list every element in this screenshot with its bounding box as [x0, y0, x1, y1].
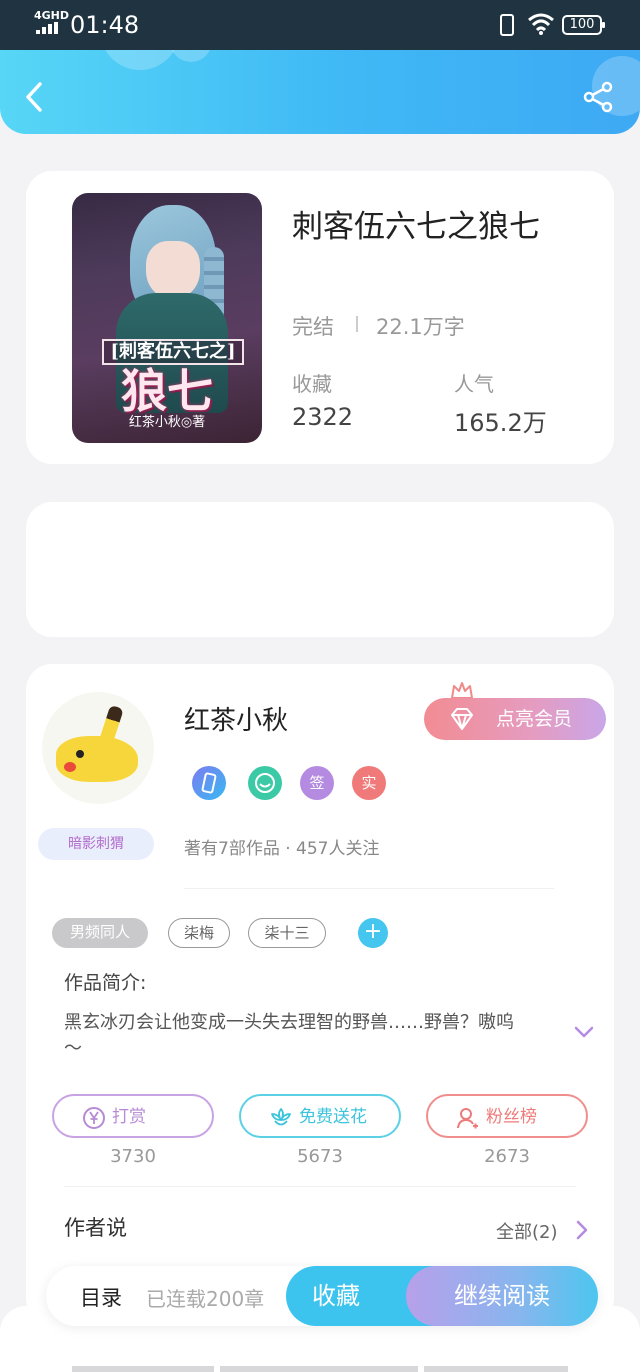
- flower-icon: [271, 1108, 291, 1126]
- fan-rank-label: 粉丝榜: [486, 1107, 537, 1127]
- share-icon[interactable]: [582, 80, 616, 114]
- author-name[interactable]: 红茶小秋: [184, 700, 288, 737]
- verified-badge: 实: [352, 766, 386, 800]
- bottom-action-bar: 目录 已连载200章 收藏 继续阅读: [46, 1266, 598, 1326]
- signal-icon: [36, 22, 62, 34]
- back-icon[interactable]: [18, 80, 52, 114]
- peek-item: [424, 1366, 568, 1372]
- divider: [64, 1186, 576, 1187]
- ad-placeholder-card: [26, 502, 614, 637]
- divider: [356, 316, 358, 332]
- yen-icon: [83, 1107, 105, 1129]
- cover-author: 红茶小秋◎著: [128, 415, 206, 430]
- serial-status: 已连载200章: [146, 1287, 265, 1311]
- vibrate-icon: [500, 14, 514, 36]
- continue-reading-button[interactable]: 继续阅读: [406, 1266, 598, 1326]
- smile-badge-icon: [248, 766, 282, 800]
- author-meta: 著有7部作品 · 457人关注: [184, 839, 380, 859]
- send-flower-label: 免费送花: [299, 1107, 367, 1127]
- status-time: 01:48: [70, 11, 140, 39]
- peek-item: [220, 1366, 418, 1372]
- crown-icon: [451, 682, 473, 699]
- send-flower-button[interactable]: 免费送花: [239, 1094, 401, 1138]
- tag-item[interactable]: 柒梅: [168, 918, 230, 948]
- divider: [184, 888, 554, 889]
- book-cover[interactable]: [刺客伍六七之] 狼七 红茶小秋◎著: [72, 193, 262, 443]
- fan-count: 2673: [484, 1146, 530, 1167]
- fan-title-badge: 暗影刺猬: [38, 828, 154, 860]
- book-status: 完结: [292, 315, 334, 339]
- fans-icon: [457, 1108, 478, 1129]
- cover-subtitle: [刺客伍六七之]: [102, 339, 244, 365]
- phone-badge-icon: [192, 766, 226, 800]
- tip-label: 打赏: [112, 1107, 146, 1127]
- tag-category[interactable]: 男频同人: [52, 918, 148, 948]
- tip-count: 3730: [110, 1146, 156, 1167]
- status-bar: 4GHD 01:48 100: [0, 0, 640, 50]
- header: [0, 50, 640, 134]
- see-all-link[interactable]: 全部(2): [496, 1218, 558, 1244]
- flower-count: 5673: [297, 1146, 343, 1167]
- intro-label: 作品简介:: [64, 972, 147, 994]
- network-type: 4GHD: [34, 9, 70, 22]
- book-title: 刺客伍六七之狼七: [292, 209, 540, 245]
- book-info-card: [刺客伍六七之] 狼七 红茶小秋◎著 刺客伍六七之狼七 完结 22.1万字 收藏…: [26, 171, 614, 464]
- popularity-label: 人气: [454, 372, 494, 396]
- chevron-right-icon[interactable]: [576, 1220, 588, 1240]
- fan-rank-button[interactable]: 粉丝榜: [426, 1094, 588, 1138]
- favorites-value: 2322: [292, 403, 354, 431]
- tag-item[interactable]: 柒十三: [248, 918, 326, 948]
- peek-item: [72, 1366, 214, 1372]
- diamond-icon: [451, 708, 473, 730]
- vip-button-label: 点亮会员: [496, 708, 573, 730]
- wifi-icon: [528, 13, 554, 35]
- author-say-title: 作者说: [64, 1216, 127, 1240]
- author-card: 暗影刺猬 红茶小秋 点亮会员 签 实 著有7部作品 · 457人关注 男频同人 …: [26, 664, 614, 1324]
- add-tag-button[interactable]: +: [358, 918, 388, 948]
- word-count: 22.1万字: [376, 315, 465, 339]
- avatar[interactable]: [42, 692, 154, 804]
- toc-button[interactable]: 目录: [80, 1282, 122, 1312]
- battery-icon: 100: [562, 15, 605, 35]
- vip-button[interactable]: 点亮会员: [424, 698, 606, 740]
- popularity-value: 165.2万: [454, 409, 547, 437]
- intro-text: 黑玄冰刃会让他变成一头失去理智的野兽……野兽？嗷呜～: [64, 1012, 514, 1059]
- signed-badge: 签: [300, 766, 334, 800]
- chevron-down-icon[interactable]: [574, 1026, 594, 1038]
- tip-button[interactable]: 打赏: [52, 1094, 214, 1138]
- favorites-label: 收藏: [292, 372, 332, 396]
